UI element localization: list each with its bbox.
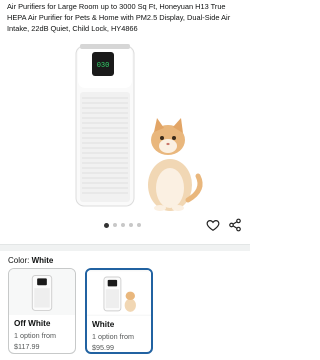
variation-card-white[interactable]: White 1 option from $95.99	[85, 268, 153, 354]
display-reading: 030	[97, 62, 110, 70]
pager-dot[interactable]	[104, 222, 109, 228]
pager-dot[interactable]	[113, 223, 117, 227]
air-purifier-illustration: 030	[75, 44, 135, 207]
section-divider	[0, 244, 250, 251]
product-image[interactable]: 030	[0, 40, 250, 216]
heart-icon[interactable]	[206, 218, 220, 232]
variation-price: $117.99	[14, 342, 40, 351]
variation-name: White	[92, 320, 115, 329]
color-label: Color: White	[8, 256, 53, 265]
image-pager[interactable]	[104, 222, 141, 228]
pager-dot[interactable]	[137, 223, 141, 227]
pager-dot[interactable]	[129, 223, 133, 227]
variation-availability: 1 option from	[14, 331, 56, 340]
variation-card-off-white[interactable]: Off White 1 option from $117.99	[8, 268, 76, 354]
variation-availability: 1 option from	[92, 332, 134, 341]
variation-name: Off White	[14, 319, 51, 328]
variation-thumbnail	[87, 270, 151, 316]
product-title: Air Purifiers for Large Room up to 3000 …	[7, 2, 231, 33]
color-label-text: Color:	[8, 256, 30, 265]
share-icon[interactable]	[228, 218, 242, 232]
color-selected-value: White	[31, 256, 54, 265]
variation-price: $95.99	[92, 343, 114, 352]
variation-thumbnail	[9, 269, 75, 315]
pager-dot[interactable]	[121, 223, 125, 227]
cat-illustration	[148, 118, 203, 211]
